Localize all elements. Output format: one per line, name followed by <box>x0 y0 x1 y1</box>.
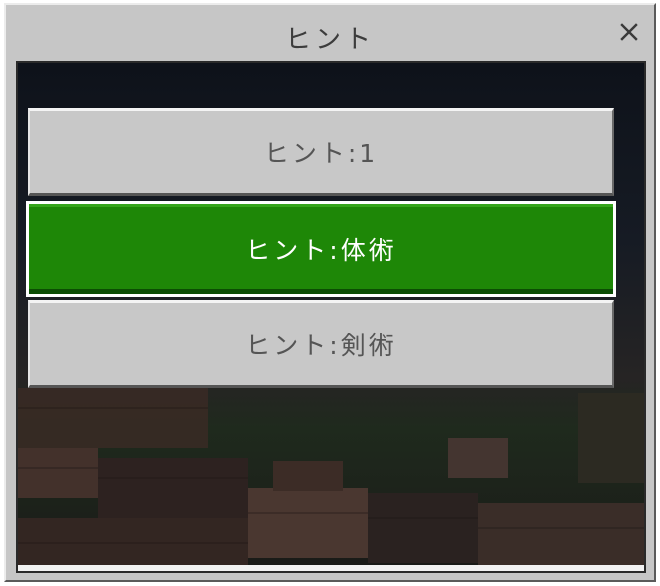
hint-button-taijutsu[interactable]: ヒント:体術 <box>26 201 616 297</box>
hint-button-kenjutsu[interactable]: ヒント:剣術 <box>28 300 614 388</box>
dialog-title: ヒント <box>284 25 375 55</box>
hint-dialog: ヒント ヒント:1 ヒント:体術 ヒント:剣術 <box>4 3 656 582</box>
scene-bottom-edge <box>18 565 644 571</box>
hint-button-label: ヒント:1 <box>263 139 379 168</box>
hint-button-1[interactable]: ヒント:1 <box>28 108 614 196</box>
hint-button-label: ヒント:剣術 <box>245 331 397 360</box>
hint-button-label: ヒント:体術 <box>245 236 397 265</box>
close-icon[interactable] <box>618 21 640 43</box>
